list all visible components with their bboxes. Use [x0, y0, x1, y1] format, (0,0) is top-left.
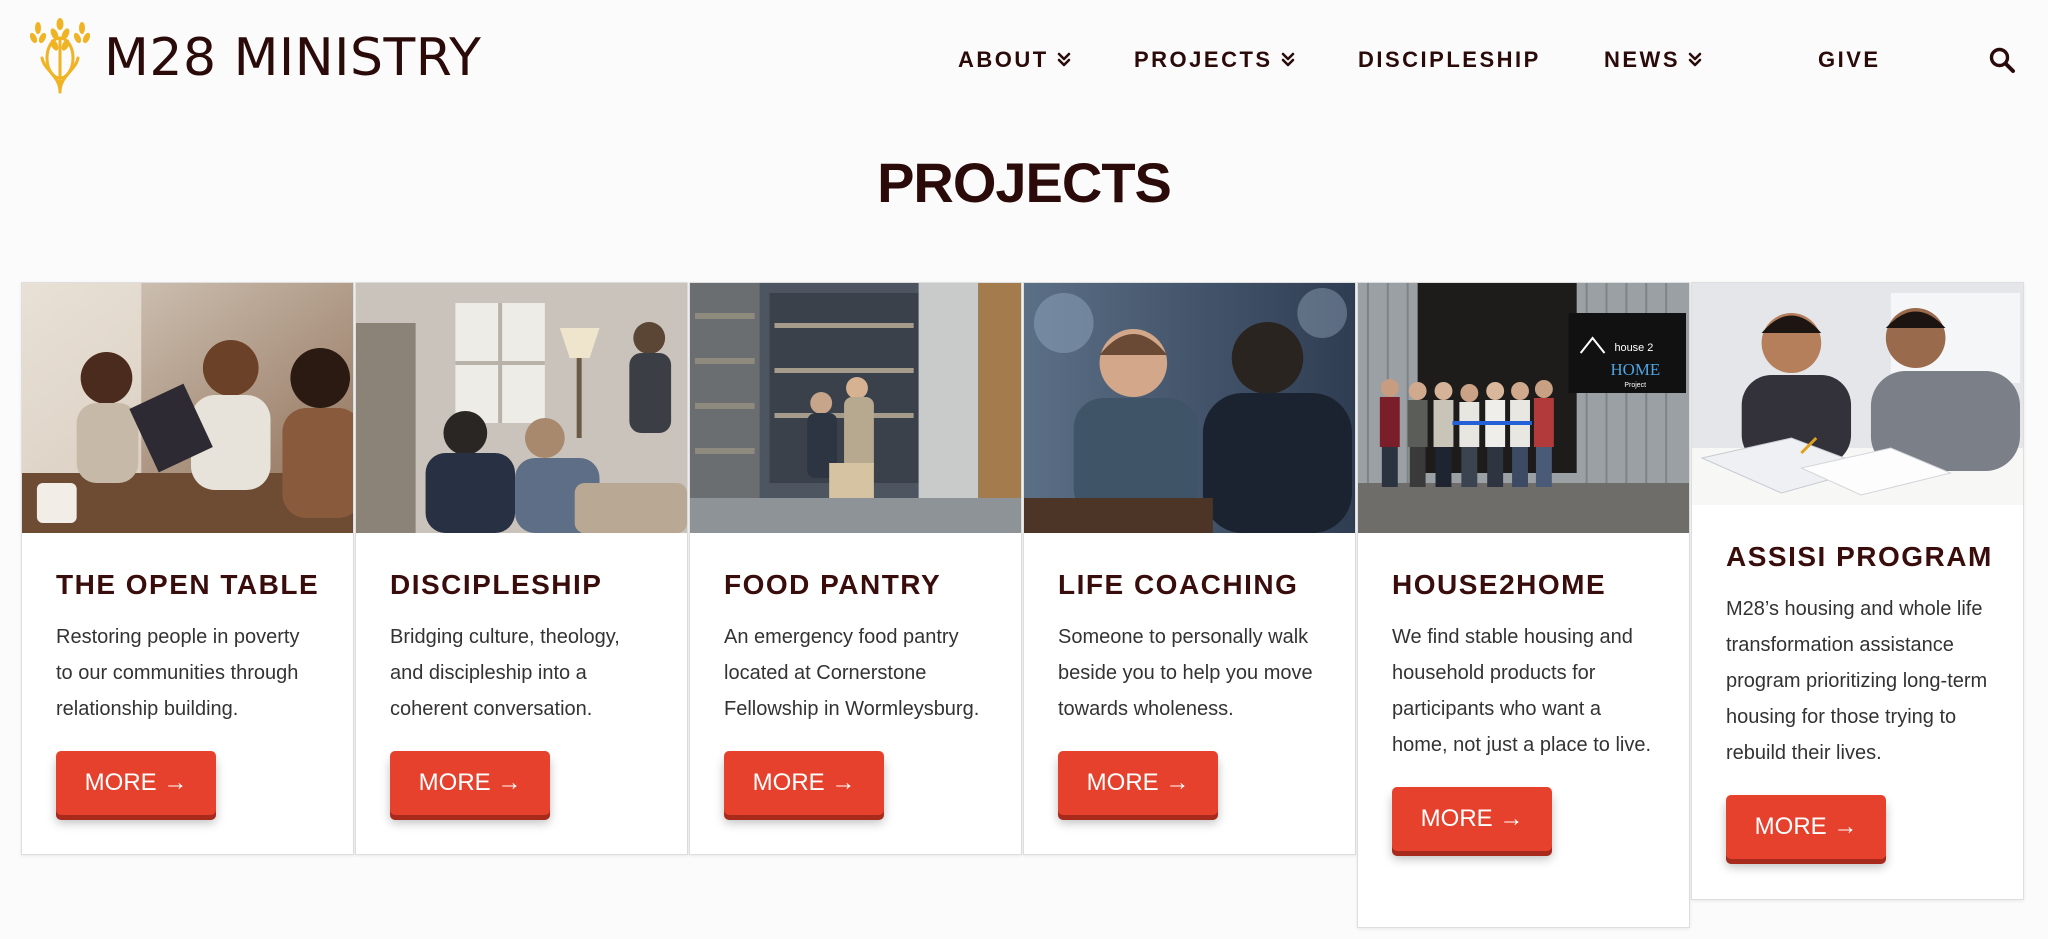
brand-name: M28 MINISTRY [104, 28, 482, 88]
project-image[interactable]: house 2 HOME Project [1358, 283, 1689, 533]
project-card-discipleship: DISCIPLESHIP Bridging culture, theology,… [355, 282, 688, 855]
project-image[interactable] [1692, 283, 2023, 505]
project-image[interactable] [356, 283, 687, 533]
nav-item-about[interactable]: ABOUT [958, 44, 1071, 76]
nav-item-give[interactable]: GIVE [1818, 44, 1881, 76]
project-photo [1024, 283, 1355, 533]
card-title: FOOD PANTRY [724, 569, 942, 600]
nav-item-discipleship[interactable]: DISCIPLESHIP [1358, 44, 1541, 76]
nav-item-news[interactable]: NEWS [1604, 44, 1702, 76]
nav-item-label: PROJECTS [1134, 47, 1273, 72]
card-description: Someone to personally walk beside you to… [1058, 626, 1313, 720]
card-title: THE OPEN TABLE [56, 569, 320, 600]
main-nav: ABOUT PROJECTS DISCIPLESHIP NEWS GIVE [948, 44, 2048, 80]
card-title: HOUSE2HOME [1392, 569, 1607, 600]
card-description: Bridging culture, theology, and disciple… [390, 626, 620, 720]
project-image[interactable] [1024, 283, 1355, 533]
sign-text-line2: HOME [1610, 360, 1660, 379]
sign-text-line3: Project [1624, 382, 1646, 389]
project-card-house2home: house 2 HOME Project HOUSE2HOME We find … [1357, 282, 1690, 928]
more-button[interactable]: MORE → [1392, 787, 1552, 851]
card-title: LIFE COACHING [1058, 569, 1299, 600]
project-photo [1692, 283, 2023, 505]
nav-item-label: GIVE [1818, 47, 1881, 72]
card-title: DISCIPLESHIP [390, 569, 603, 600]
project-photo [22, 283, 353, 533]
project-image[interactable] [690, 283, 1021, 533]
site-logo[interactable]: M28 MINISTRY [30, 18, 481, 94]
project-card-food-pantry: FOOD PANTRY An emergency food pantry loc… [689, 282, 1022, 855]
nav-item-label: NEWS [1604, 47, 1680, 72]
nav-item-label: DISCIPLESHIP [1358, 47, 1541, 72]
card-title: ASSISI PROGRAM [1726, 541, 1993, 572]
card-description: We find stable housing and household pro… [1392, 626, 1652, 756]
project-photo: house 2 HOME Project [1358, 283, 1689, 533]
project-card-life-coaching: LIFE COACHING Someone to personally walk… [1023, 282, 1356, 855]
search-icon[interactable] [1988, 46, 2016, 74]
card-description: M28’s housing and whole life transformat… [1726, 598, 1988, 764]
more-button[interactable]: MORE → [1058, 751, 1218, 815]
chevron-down-icon [1688, 52, 1702, 67]
more-button[interactable]: MORE → [1726, 795, 1886, 859]
nav-item-projects[interactable]: PROJECTS [1134, 44, 1295, 76]
project-photo [356, 283, 687, 533]
project-photo [690, 283, 1021, 533]
sign-text-line1: house 2 [1614, 342, 1653, 354]
chevron-down-icon [1281, 52, 1294, 67]
card-description: An emergency food pantry located at Corn… [724, 626, 980, 720]
nav-item-label: ABOUT [958, 47, 1049, 72]
project-card-open-table: THE OPEN TABLE Restoring people in pover… [21, 282, 354, 855]
site-header: M28 MINISTRY ABOUT PROJECTS DISCIPLESHIP… [0, 0, 2048, 120]
card-description: Restoring people in poverty to our commu… [56, 626, 300, 720]
project-card-assisi-program: ASSISI PROGRAM M28’s housing and whole l… [1691, 282, 2024, 900]
project-image[interactable] [22, 283, 353, 533]
wheat-icon [30, 18, 90, 94]
more-button[interactable]: MORE → [724, 751, 884, 815]
more-button[interactable]: MORE → [56, 751, 216, 815]
chevron-down-icon [1057, 52, 1071, 67]
page-title: PROJECTS [877, 151, 1172, 214]
more-button[interactable]: MORE → [390, 751, 550, 815]
